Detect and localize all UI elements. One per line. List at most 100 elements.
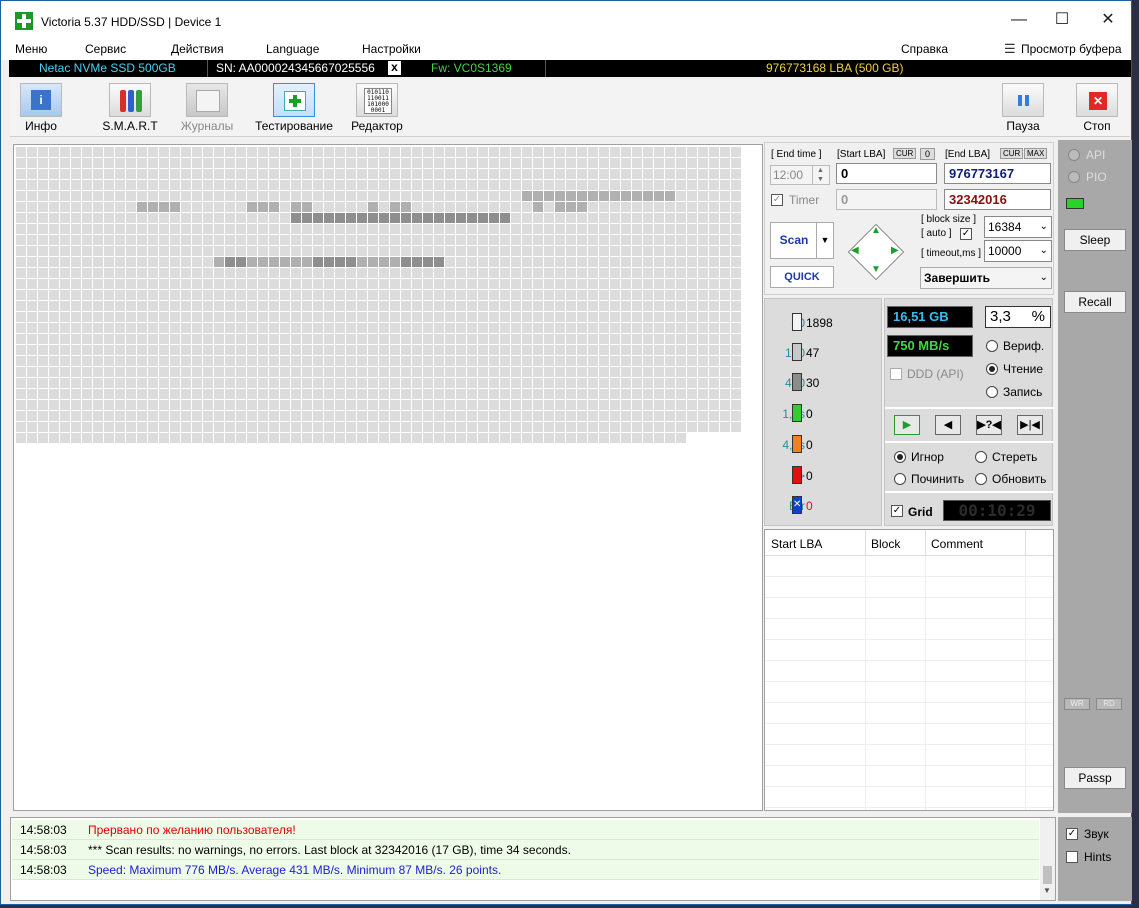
minimize-button[interactable]: —: [998, 1, 1040, 39]
menu-language[interactable]: Language: [266, 42, 319, 56]
map-cell: [346, 389, 356, 399]
pio-radio[interactable]: [1068, 171, 1080, 183]
start-lba-secondary[interactable]: 0: [836, 189, 937, 210]
map-cell: [247, 224, 257, 234]
repair-radio[interactable]: [894, 473, 906, 485]
play-backward-button[interactable]: ◀: [935, 415, 961, 435]
random-seek-button[interactable]: ▶?◀: [976, 415, 1002, 435]
map-cell: [247, 202, 257, 212]
menu-actions[interactable]: Действия: [171, 42, 224, 56]
map-cell: [181, 158, 191, 168]
erase-radio[interactable]: [975, 451, 987, 463]
butterfly-button[interactable]: ▶|◀: [1017, 415, 1043, 435]
passp-button[interactable]: Passp: [1064, 767, 1126, 789]
end-cur-button[interactable]: CUR: [1000, 148, 1024, 159]
map-cell: [687, 235, 697, 245]
percent-display: 3,3 %: [985, 306, 1051, 328]
stop-button[interactable]: ✕ Стоп: [1074, 83, 1120, 135]
map-cell: [511, 345, 521, 355]
map-cell: [522, 158, 532, 168]
arrow-down-icon[interactable]: ▼: [871, 264, 881, 275]
start-lba-input[interactable]: 0: [836, 163, 937, 184]
arrow-right-icon[interactable]: ▶: [891, 245, 899, 256]
map-cell: [335, 301, 345, 311]
menu-buffer-view[interactable]: Просмотр буфера: [1021, 42, 1122, 56]
map-cell: [291, 334, 301, 344]
direction-pad[interactable]: ▲ ▼ ◀ ▶: [844, 220, 908, 284]
map-cell: [313, 257, 323, 267]
log-scrollbar[interactable]: ▼: [1040, 818, 1055, 900]
logs-button[interactable]: Журналы: [176, 83, 238, 135]
device-name[interactable]: Netac NVMe SSD 500GB: [39, 61, 176, 75]
grid-checkbox[interactable]: ✓: [891, 505, 903, 517]
read-radio[interactable]: [986, 363, 998, 375]
map-cell: [82, 334, 92, 344]
scan-button[interactable]: Scan: [770, 222, 818, 259]
map-cell: [280, 345, 290, 355]
map-cell: [401, 323, 411, 333]
map-cell: [533, 180, 543, 190]
play-forward-button[interactable]: ▶: [894, 415, 920, 435]
map-cell: [335, 213, 345, 223]
finish-action-select[interactable]: Завершить ⌄: [920, 267, 1052, 289]
verify-radio[interactable]: [986, 340, 998, 352]
maximize-button[interactable]: ☐: [1041, 1, 1083, 39]
map-cell: [38, 224, 48, 234]
header-comment[interactable]: Comment: [931, 537, 983, 551]
quick-button[interactable]: QUICK: [770, 266, 834, 288]
map-cell: [445, 422, 455, 432]
map-cell: [368, 235, 378, 245]
end-lba-input[interactable]: 976773167: [944, 163, 1051, 184]
start-cur-button[interactable]: CUR: [893, 148, 917, 159]
scroll-down-icon[interactable]: ▼: [1043, 886, 1051, 895]
timer-checkbox[interactable]: ✓: [771, 194, 783, 206]
api-radio[interactable]: [1068, 149, 1080, 161]
sleep-button[interactable]: Sleep: [1064, 229, 1126, 251]
scan-dropdown-button[interactable]: ▼: [816, 222, 834, 259]
map-cell: [555, 246, 565, 256]
map-cell: [181, 422, 191, 432]
arrow-left-icon[interactable]: ◀: [851, 245, 859, 256]
auto-checkbox[interactable]: ✓: [960, 228, 972, 240]
write-radio[interactable]: [986, 386, 998, 398]
sound-checkbox[interactable]: ✓: [1066, 828, 1078, 840]
menu-help[interactable]: Справка: [901, 42, 948, 56]
menu-main[interactable]: Меню: [15, 42, 47, 56]
map-cell: [544, 312, 554, 322]
map-cell: [467, 345, 477, 355]
menu-settings[interactable]: Настройки: [362, 42, 421, 56]
map-cell: [489, 279, 499, 289]
map-cell: [335, 147, 345, 157]
map-cell: [577, 290, 587, 300]
close-window-button[interactable]: ✕: [1087, 1, 1129, 39]
map-cell: [720, 246, 730, 256]
refresh-radio[interactable]: [975, 473, 987, 485]
map-cell: [324, 411, 334, 421]
map-cell: [379, 235, 389, 245]
info-button[interactable]: i Инфо: [14, 83, 68, 135]
map-cell: [456, 290, 466, 300]
block-size-select[interactable]: 16384 ⌄: [984, 216, 1052, 238]
hints-checkbox[interactable]: [1066, 851, 1078, 863]
end-max-button[interactable]: MAX: [1024, 148, 1048, 159]
smart-button[interactable]: S.M.A.R.T: [90, 83, 170, 135]
map-cell: [489, 367, 499, 377]
end-time-spinner[interactable]: ▲ ▼: [812, 166, 828, 184]
recall-button[interactable]: Recall: [1064, 291, 1126, 313]
start-zero-button[interactable]: 0: [920, 148, 936, 160]
arrow-up-icon[interactable]: ▲: [871, 225, 881, 236]
map-cell: [709, 169, 719, 179]
device-close-button[interactable]: x: [388, 61, 401, 75]
testing-button[interactable]: Тестирование: [250, 83, 338, 135]
ddd-checkbox[interactable]: [890, 368, 902, 380]
header-block[interactable]: Block: [871, 537, 900, 551]
menu-service[interactable]: Сервис: [85, 42, 126, 56]
map-cell: [610, 400, 620, 410]
pause-button[interactable]: Пауза: [1000, 83, 1046, 135]
map-cell: [456, 213, 466, 223]
timeout-select[interactable]: 10000 ⌄: [984, 240, 1052, 262]
map-cell: [621, 367, 631, 377]
ignore-radio[interactable]: [894, 451, 906, 463]
editor-button[interactable]: 010110 110011 101000 0001 Редактор: [348, 83, 406, 135]
header-start-lba[interactable]: Start LBA: [771, 537, 822, 551]
